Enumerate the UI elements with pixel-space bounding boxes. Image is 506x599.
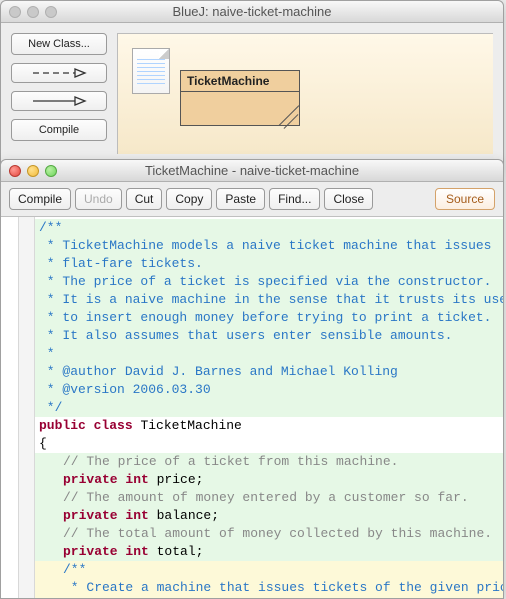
class-box-ticketmachine[interactable]: TicketMachine xyxy=(180,70,300,126)
close-icon[interactable] xyxy=(9,165,21,177)
solid-arrow-icon xyxy=(29,96,89,106)
solid-arrow-button[interactable] xyxy=(11,91,107,111)
editor-titlebar: TicketMachine - naive-ticket-machine xyxy=(1,160,503,182)
breakpoint-gutter[interactable] xyxy=(19,217,35,598)
cut-button[interactable]: Cut xyxy=(126,188,163,210)
class-diagram[interactable]: TicketMachine xyxy=(117,33,493,154)
minimize-icon[interactable] xyxy=(27,6,39,18)
view-mode-selector[interactable]: Source xyxy=(435,188,495,210)
project-window: BlueJ: naive-ticket-machine New Class...… xyxy=(0,0,504,165)
project-title: BlueJ: naive-ticket-machine xyxy=(1,4,503,19)
editor-title: TicketMachine - naive-ticket-machine xyxy=(1,163,503,178)
project-titlebar: BlueJ: naive-ticket-machine xyxy=(1,1,503,23)
find-button[interactable]: Find... xyxy=(269,188,320,210)
dashed-arrow-button[interactable] xyxy=(11,63,107,83)
dashed-arrow-icon xyxy=(29,68,89,78)
compile-button[interactable]: Compile xyxy=(9,188,71,210)
minimize-icon[interactable] xyxy=(27,165,39,177)
class-name: TicketMachine xyxy=(181,71,299,92)
resize-handle-icon xyxy=(279,105,299,125)
code-content[interactable]: /** * TicketMachine models a naive ticke… xyxy=(35,217,503,598)
gutter xyxy=(1,217,19,598)
zoom-icon[interactable] xyxy=(45,165,57,177)
code-editor[interactable]: /** * TicketMachine models a naive ticke… xyxy=(1,217,503,598)
undo-button[interactable]: Undo xyxy=(75,188,122,210)
close-icon[interactable] xyxy=(9,6,21,18)
close-button[interactable]: Close xyxy=(324,188,373,210)
new-class-button[interactable]: New Class... xyxy=(11,33,107,55)
editor-window: TicketMachine - naive-ticket-machine Com… xyxy=(0,159,504,599)
copy-button[interactable]: Copy xyxy=(166,188,212,210)
editor-toolbar: Compile Undo Cut Copy Paste Find... Clos… xyxy=(1,182,503,217)
zoom-icon[interactable] xyxy=(45,6,57,18)
project-sidebar: New Class... Compile xyxy=(11,33,107,154)
paste-button[interactable]: Paste xyxy=(216,188,265,210)
compile-button[interactable]: Compile xyxy=(11,119,107,141)
traffic-lights[interactable] xyxy=(9,165,57,177)
traffic-lights[interactable] xyxy=(9,6,57,18)
file-icon[interactable] xyxy=(132,48,170,94)
